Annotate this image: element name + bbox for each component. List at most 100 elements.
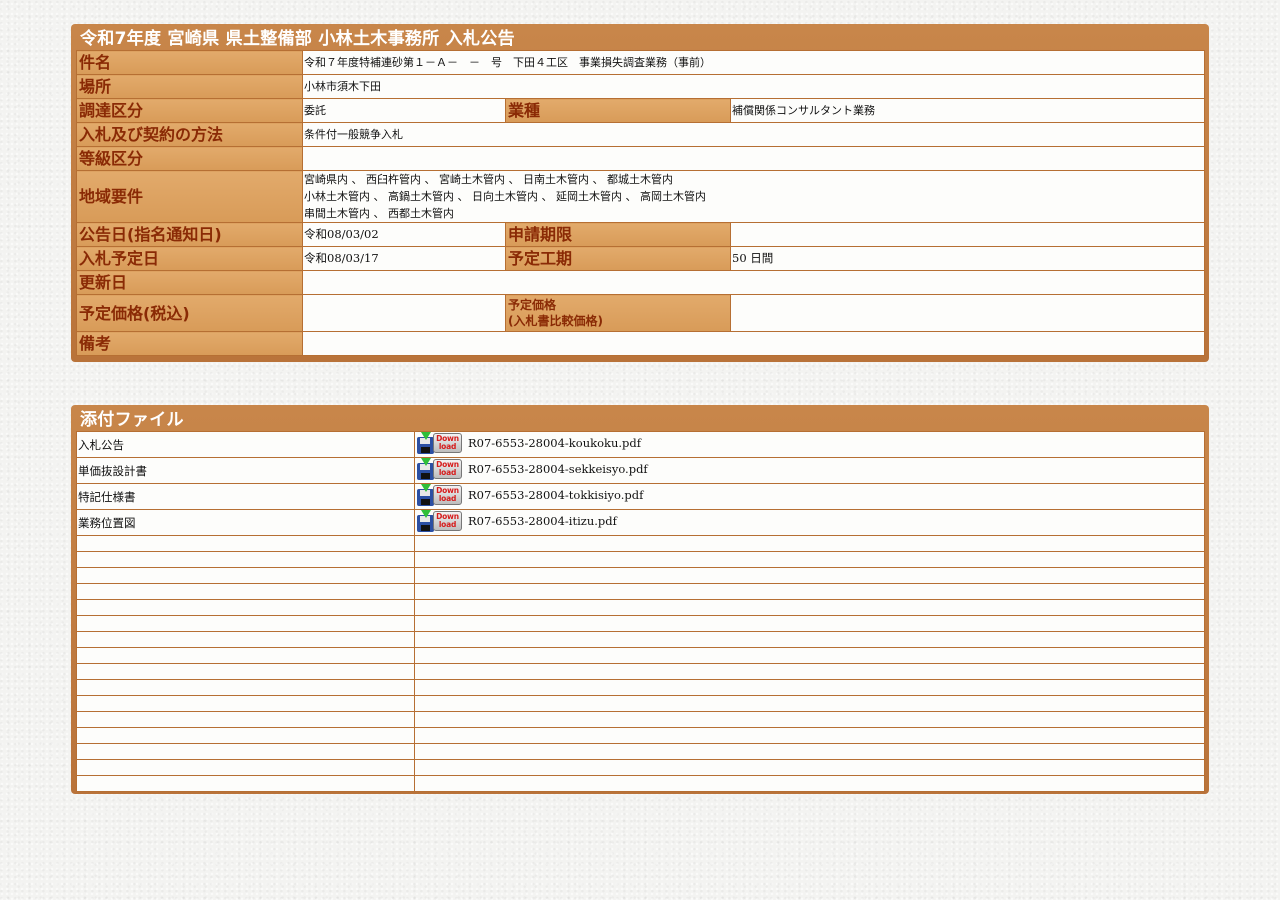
attachment-empty-cell	[76, 743, 415, 760]
label-region: 地域要件	[76, 170, 303, 223]
planned-price-line-1: 予定価格	[508, 298, 557, 312]
attachments-title: 添付ファイル	[80, 410, 184, 430]
download-badge: Down load	[433, 485, 462, 505]
download-badge-bottom: load	[438, 468, 457, 477]
label-grade: 等級区分	[76, 146, 303, 171]
attachment-empty-cell	[414, 759, 1205, 776]
attachment-empty-cell	[414, 631, 1205, 648]
download-badge-bottom: load	[438, 442, 457, 451]
attachment-empty-cell	[76, 551, 415, 568]
arrow-down-icon	[421, 510, 431, 518]
label-construction-period: 予定工期	[505, 246, 731, 271]
attachment-empty-cell	[414, 567, 1205, 584]
attachment-file-cell: Down load R07-6553-28004-koukoku.pdf	[414, 431, 1205, 458]
notice-panel: 令和7年度 宮崎県 県土整備部 小林土木事務所 入札公告 件名 令和７年度特補連…	[71, 24, 1209, 362]
attachment-empty-cell	[76, 567, 415, 584]
row-region: 地域要件 宮崎県内 、 西臼杵管内 、 宮崎土木管内 、 日南土木管内 、 都城…	[76, 170, 1206, 223]
value-region: 宮崎県内 、 西臼杵管内 、 宮崎土木管内 、 日南土木管内 、 都城土木管内 …	[301, 170, 1206, 223]
attachment-empty-cell	[414, 695, 1205, 712]
attachment-empty-cell	[76, 599, 415, 616]
attachment-empty-row	[76, 695, 1205, 712]
attachments-table: 入札公告 Down load R07-6553-28004-koukoku.pdf 単価…	[76, 431, 1205, 792]
attachment-empty-cell	[414, 711, 1205, 728]
label-remarks: 備考	[76, 331, 303, 356]
attachment-empty-cell	[414, 679, 1205, 696]
attachment-file-cell: Down load R07-6553-28004-itizu.pdf	[414, 509, 1205, 536]
row-subject: 件名 令和７年度特補連砂第１－Ａ－ － 号 下田４工区 事業損失調査業務（事前）	[76, 50, 1206, 75]
value-planned-price	[729, 294, 1206, 332]
value-bid-date: 令和08/03/17	[302, 246, 506, 271]
attachment-empty-row	[76, 775, 1205, 792]
value-place: 小林市須木下田	[301, 74, 1206, 99]
attachment-name: 業務位置図	[76, 509, 415, 536]
download-badge-bottom: load	[438, 494, 457, 503]
label-announce-date: 公告日(指名通知日)	[76, 222, 303, 247]
value-procurement: 委託	[302, 98, 506, 123]
region-line-1: 宮崎県内 、 西臼杵管内 、 宮崎土木管内 、 日南土木管内 、 都城土木管内	[304, 173, 673, 186]
label-price: 予定価格(税込)	[76, 294, 303, 332]
download-link[interactable]: Down load R07-6553-28004-sekkeisyo.pdf	[416, 458, 648, 480]
attachment-empty-cell	[76, 663, 415, 680]
attachment-empty-cell	[414, 775, 1205, 792]
attachment-empty-cell	[76, 759, 415, 776]
attachment-empty-cell	[414, 647, 1205, 664]
attachment-empty-cell	[76, 775, 415, 792]
attachment-empty-cell	[76, 727, 415, 744]
attachment-empty-cell	[76, 647, 415, 664]
download-link[interactable]: Down load R07-6553-28004-tokkisiyo.pdf	[416, 484, 643, 506]
label-planned-price: 予定価格 (入札書比較価格)	[505, 294, 731, 332]
attachment-empty-cell	[414, 599, 1205, 616]
download-icon[interactable]: Down load	[417, 510, 463, 532]
attachment-empty-cell	[76, 583, 415, 600]
attachment-empty-cell	[414, 535, 1205, 552]
value-industry: 補償関係コンサルタント業務	[729, 98, 1206, 123]
row-updated: 更新日	[76, 270, 1206, 295]
label-bid-date: 入札予定日	[76, 246, 303, 271]
attachment-empty-cell	[76, 695, 415, 712]
attachment-empty-cell	[414, 743, 1205, 760]
attachment-row: 特記仕様書 Down load R07-6553-28004-tokkisiyo.pd…	[76, 483, 1205, 510]
attachment-empty-row	[76, 583, 1205, 600]
attachment-filename[interactable]: R07-6553-28004-itizu.pdf	[468, 514, 617, 528]
row-place: 場所 小林市須木下田	[76, 74, 1206, 99]
value-grade	[301, 146, 1206, 171]
value-updated	[301, 270, 1206, 295]
attachment-empty-cell	[76, 631, 415, 648]
attachment-name: 単価抜設計書	[76, 457, 415, 484]
region-line-3: 串間土木管内 、 西都土木管内	[304, 207, 454, 220]
value-price	[302, 294, 506, 332]
attachment-empty-row	[76, 727, 1205, 744]
label-updated: 更新日	[76, 270, 303, 295]
download-icon[interactable]: Down load	[417, 484, 463, 506]
download-icon[interactable]: Down load	[417, 432, 463, 454]
download-link[interactable]: Down load R07-6553-28004-itizu.pdf	[416, 510, 617, 532]
label-subject: 件名	[76, 50, 303, 75]
attachment-empty-cell	[414, 551, 1205, 568]
download-badge: Down load	[433, 511, 462, 531]
attachment-empty-cell	[414, 663, 1205, 680]
attachment-filename[interactable]: R07-6553-28004-koukoku.pdf	[468, 436, 641, 450]
row-method: 入札及び契約の方法 条件付一般競争入札	[76, 122, 1206, 147]
download-icon[interactable]: Down load	[417, 458, 463, 480]
notice-title: 令和7年度 宮崎県 県土整備部 小林土木事務所 入札公告	[80, 29, 515, 49]
download-badge: Down load	[433, 433, 462, 453]
row-bid-date: 入札予定日 令和08/03/17 予定工期 50 日間	[76, 246, 1206, 271]
row-remarks: 備考	[76, 331, 1206, 356]
label-place: 場所	[76, 74, 303, 99]
attachment-empty-row	[76, 759, 1205, 776]
row-announce-date: 公告日(指名通知日) 令和08/03/02 申請期限	[76, 222, 1206, 247]
arrow-down-icon	[421, 458, 431, 466]
attachment-filename[interactable]: R07-6553-28004-tokkisiyo.pdf	[468, 488, 643, 502]
value-application-deadline	[729, 222, 1206, 247]
download-badge-bottom: load	[438, 520, 457, 529]
label-application-deadline: 申請期限	[505, 222, 731, 247]
label-method: 入札及び契約の方法	[76, 122, 303, 147]
attachment-filename[interactable]: R07-6553-28004-sekkeisyo.pdf	[468, 462, 648, 476]
attachment-empty-row	[76, 615, 1205, 632]
attachment-empty-row	[76, 663, 1205, 680]
value-construction-period: 50 日間	[729, 246, 1206, 271]
download-link[interactable]: Down load R07-6553-28004-koukoku.pdf	[416, 432, 641, 454]
row-grade: 等級区分	[76, 146, 1206, 171]
attachment-empty-cell	[414, 615, 1205, 632]
attachment-empty-row	[76, 711, 1205, 728]
